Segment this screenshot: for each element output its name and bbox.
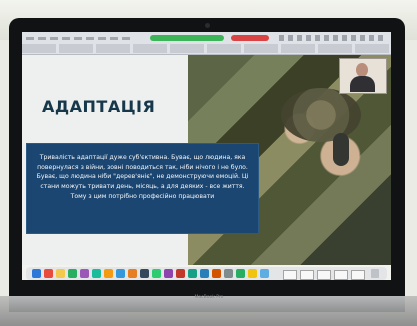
document-icon[interactable] — [317, 270, 331, 280]
document-icon[interactable] — [283, 270, 297, 280]
camera-icon — [205, 23, 210, 28]
document-icon[interactable] — [334, 270, 348, 280]
photos-icon[interactable] — [92, 269, 101, 278]
document-icon[interactable] — [300, 270, 314, 280]
facetime-icon[interactable] — [152, 269, 161, 278]
browser-menu-bar — [22, 32, 391, 55]
spotify-icon[interactable] — [236, 269, 245, 278]
messages-icon[interactable] — [104, 269, 113, 278]
pages-icon[interactable] — [212, 269, 221, 278]
headset-shape — [333, 133, 349, 166]
settings-icon[interactable] — [188, 269, 197, 278]
zoom-stop-share[interactable] — [231, 35, 269, 41]
helmet-shape — [281, 88, 361, 142]
presentation-slide: АДАПТАЦІЯ Тривалість адаптації дуже суб'… — [22, 55, 391, 265]
zoom-icon[interactable] — [68, 269, 77, 278]
music-icon[interactable] — [164, 269, 173, 278]
app-store-icon[interactable] — [140, 269, 149, 278]
macos-dock — [26, 267, 387, 280]
participant-video-tile[interactable] — [339, 58, 387, 94]
calendar-icon[interactable] — [80, 269, 89, 278]
tv-icon[interactable] — [176, 269, 185, 278]
terminal-icon[interactable] — [224, 269, 233, 278]
notes-icon[interactable] — [56, 269, 65, 278]
status-bar-icons[interactable] — [279, 35, 385, 41]
finder-icon[interactable] — [32, 269, 41, 278]
telegram-icon[interactable] — [260, 269, 269, 278]
slide-body-text: Тривалість адаптації дуже суб'єктивна. Б… — [36, 154, 249, 200]
slide-text-box: Тривалість адаптації дуже суб'єктивна. Б… — [26, 143, 259, 234]
participant-head — [356, 63, 368, 77]
trash-icon[interactable] — [371, 269, 379, 278]
slack-icon[interactable] — [200, 269, 209, 278]
zoom-share-status[interactable] — [150, 35, 224, 41]
laptop-bezel: АДАПТАЦІЯ Тривалість адаптації дуже суб'… — [9, 18, 405, 296]
laptop-screen: АДАПТАЦІЯ Тривалість адаптації дуже суб'… — [22, 32, 391, 280]
device-label: MacBook Pro — [194, 295, 224, 300]
mail-icon[interactable] — [116, 269, 125, 278]
slide-title: АДАПТАЦІЯ — [42, 97, 156, 116]
document-icon[interactable] — [351, 270, 365, 280]
browser-tab-strip[interactable] — [22, 44, 391, 53]
menu-items-strip[interactable] — [26, 37, 134, 40]
participant-body — [350, 76, 375, 92]
chrome-icon[interactable] — [44, 269, 53, 278]
keynote-icon[interactable] — [248, 269, 257, 278]
maps-icon[interactable] — [128, 269, 137, 278]
